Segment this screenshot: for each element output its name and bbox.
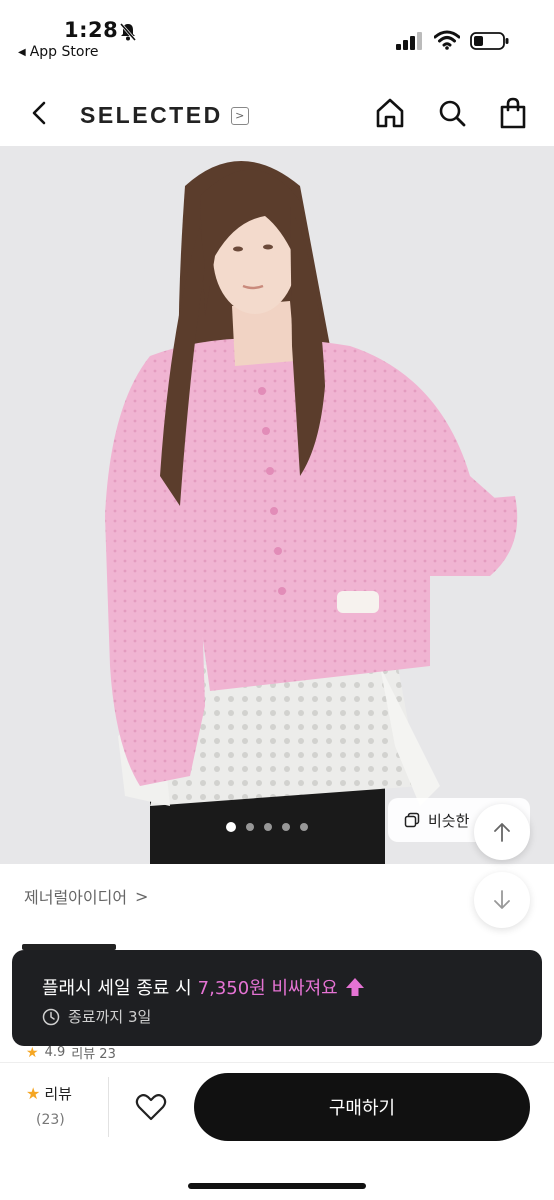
flash-sale-countdown: 종료까지 3일 xyxy=(42,1006,151,1027)
gallery-pagination xyxy=(226,822,308,832)
brand-name: SELECTED xyxy=(80,102,223,128)
review-summary-button[interactable]: ★ 리뷰 (23) xyxy=(26,1083,96,1128)
home-indicator xyxy=(188,1183,366,1189)
status-time: 1:28 xyxy=(64,18,119,42)
status-bar: 1:28 ◀ App Store xyxy=(0,0,554,70)
scroll-to-top-button[interactable] xyxy=(474,804,530,860)
battery-icon xyxy=(470,32,509,50)
copy-icon xyxy=(404,812,420,828)
brand-link-header[interactable]: SELECTED > xyxy=(80,102,249,129)
gallery-dot[interactable] xyxy=(246,823,254,831)
flash-sale-title-text: 플래시 세일 종료 시 xyxy=(42,978,192,999)
search-icon[interactable] xyxy=(436,96,468,130)
scroll-down-button[interactable] xyxy=(474,872,530,928)
arrow-up-icon xyxy=(494,823,510,842)
review-summary-top: ★ 리뷰 xyxy=(26,1083,96,1104)
arrow-down-icon xyxy=(494,890,510,909)
similar-items-label: 비슷한 xyxy=(428,811,470,830)
product-brand-name: 제너럴아이디어 xyxy=(24,888,128,907)
home-icon[interactable] xyxy=(374,96,406,130)
heart-icon[interactable] xyxy=(134,1091,168,1123)
gallery-dot[interactable] xyxy=(226,822,236,832)
flash-sale-price-increase: 7,350원 비싸져요 xyxy=(197,978,338,999)
gallery-dot[interactable] xyxy=(264,823,272,831)
rating-score: 4.9 xyxy=(44,1045,66,1060)
product-brand-link[interactable]: 제너럴아이디어 > xyxy=(24,884,148,908)
star-icon: ★ xyxy=(26,1084,41,1103)
back-triangle-icon: ◀ xyxy=(18,46,26,58)
product-photo xyxy=(0,146,554,864)
signal-icon xyxy=(396,32,422,50)
star-icon: ★ xyxy=(26,1044,39,1061)
flash-sale-title: 플래시 세일 종료 시 7,350원 비싸져요 xyxy=(42,974,366,1000)
flash-sale-banner[interactable]: 플래시 세일 종료 시 7,350원 비싸져요 종료까지 3일 xyxy=(12,950,542,1046)
shopping-bag-icon[interactable] xyxy=(496,96,530,130)
wifi-icon xyxy=(434,30,460,50)
back-app-label: App Store xyxy=(29,44,99,60)
back-to-app-store[interactable]: ◀ App Store xyxy=(18,44,99,60)
bell-muted-icon xyxy=(119,23,137,41)
buy-button[interactable]: 구매하기 xyxy=(194,1073,530,1141)
bottom-action-bar: ★ 리뷰 (23) 구매하기 xyxy=(0,1062,554,1200)
flash-sale-countdown-text: 종료까지 3일 xyxy=(68,1008,152,1026)
brand-arrow-icon: > xyxy=(230,106,249,125)
divider xyxy=(108,1077,109,1137)
review-count: (23) xyxy=(36,1112,65,1128)
gallery-dot[interactable] xyxy=(282,823,290,831)
app-header: SELECTED > xyxy=(0,82,554,146)
gallery-dot[interactable] xyxy=(300,823,308,831)
back-arrow-icon[interactable] xyxy=(24,96,56,130)
clock-icon xyxy=(42,1008,60,1025)
up-arrow-icon xyxy=(345,978,364,996)
chevron-right-icon: > xyxy=(135,886,149,906)
review-label: 리뷰 xyxy=(44,1085,72,1103)
product-image[interactable] xyxy=(0,146,554,864)
